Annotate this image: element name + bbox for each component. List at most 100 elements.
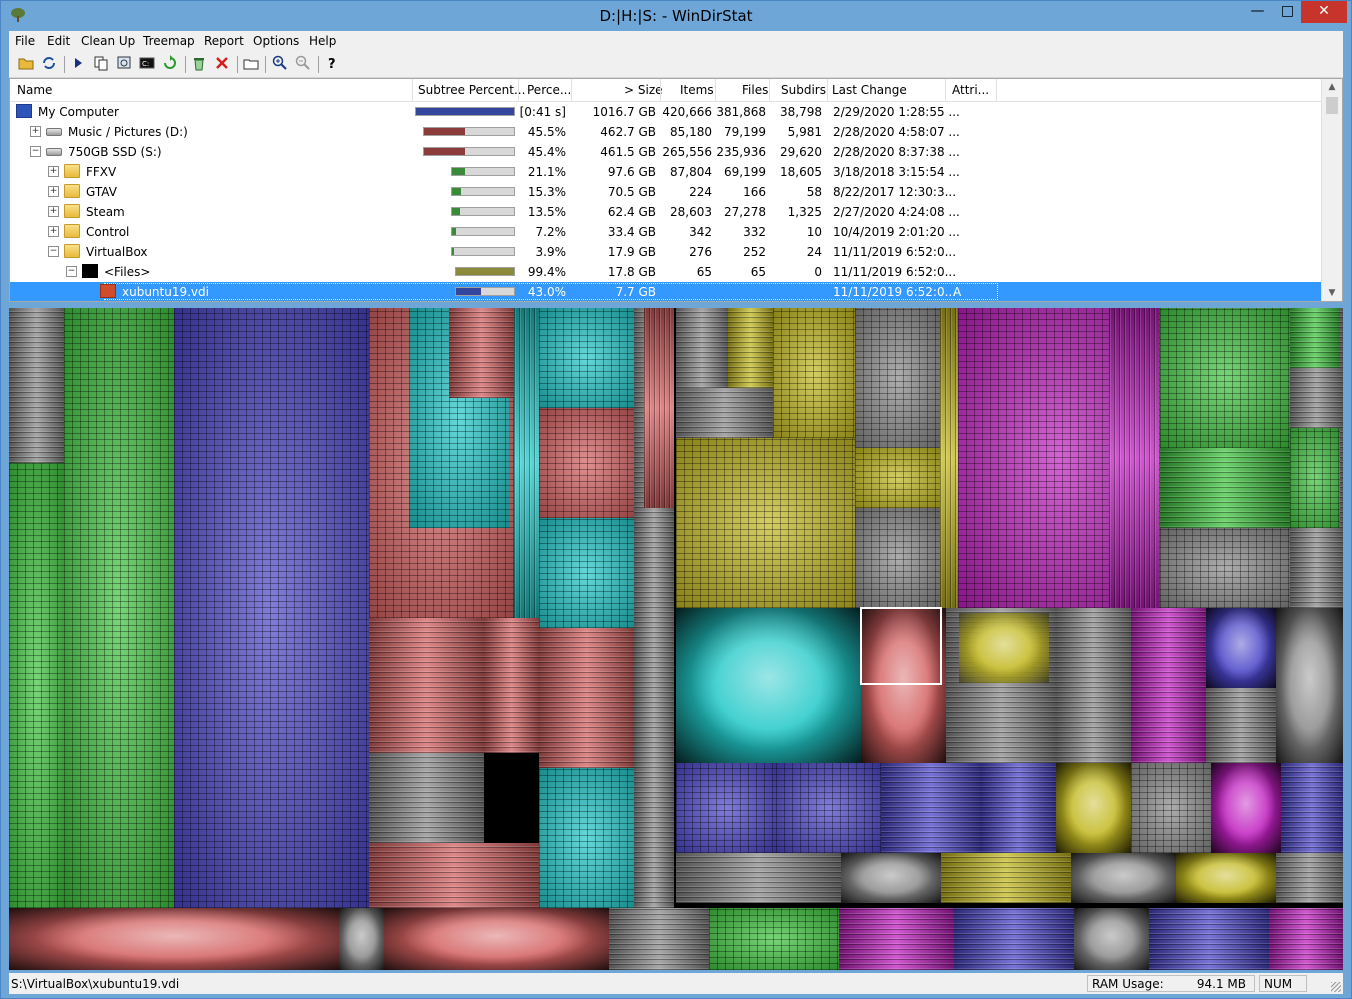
col-divider[interactable] — [996, 79, 997, 101]
treemap-block-gray[interactable] — [9, 308, 64, 463]
treemap-block-gray[interactable] — [1131, 763, 1211, 853]
properties-icon[interactable] — [242, 55, 260, 73]
treemap-block-red[interactable] — [539, 408, 634, 518]
menu-options[interactable]: Options — [253, 34, 299, 48]
expand-toggle-icon[interactable]: + — [48, 226, 59, 237]
treemap-block-yellow[interactable] — [773, 308, 855, 438]
scrollbar-thumb[interactable] — [1326, 97, 1338, 114]
copy-icon[interactable] — [92, 55, 110, 73]
col-divider[interactable] — [412, 79, 413, 101]
col-divider[interactable] — [715, 79, 716, 101]
treemap-block-gray[interactable] — [676, 308, 728, 388]
treemap-block-cyan[interactable] — [514, 308, 539, 618]
treemap-block-red[interactable] — [369, 843, 539, 908]
treemap-block-gray[interactable] — [855, 508, 940, 608]
scroll-down-arrow[interactable]: ▼ — [1322, 288, 1342, 298]
treemap-block-gray[interactable] — [1056, 608, 1131, 763]
menu-clean-up[interactable]: Clean Up — [81, 34, 135, 48]
treemap-block-gray[interactable] — [1276, 608, 1343, 763]
recycle-icon[interactable] — [190, 55, 208, 73]
col-percent[interactable]: Perce... — [527, 83, 571, 97]
collapse-toggle-icon[interactable]: − — [30, 146, 41, 157]
scroll-up-arrow[interactable]: ▲ — [1322, 82, 1342, 92]
table-row[interactable]: − <Files> 99.4% 17.8 GB 65 65 0 11/11/2019 6:52… — [10, 262, 1322, 282]
treemap-block-red[interactable] — [539, 628, 634, 768]
expand-toggle-icon[interactable]: + — [48, 186, 59, 197]
treemap-block-gray[interactable] — [676, 853, 841, 903]
treemap-view[interactable] — [9, 308, 1343, 970]
treemap-block-yellow[interactable] — [941, 853, 1071, 903]
col-attributes[interactable]: Attri... — [952, 83, 989, 97]
treemap-block-gray[interactable] — [1074, 908, 1149, 970]
treemap-block-green[interactable] — [1290, 308, 1340, 368]
menu-treemap[interactable]: Treemap — [143, 34, 195, 48]
delete-icon[interactable] — [213, 55, 231, 73]
close-button[interactable]: ✕ — [1301, 1, 1347, 23]
treemap-block-red[interactable] — [449, 308, 514, 398]
col-subtree-percent[interactable]: Subtree Percent... — [418, 83, 525, 97]
treemap-block-yellow[interactable] — [676, 438, 861, 608]
table-row[interactable]: My Computer [0:41 s] 1016.7 GB 420,666 381,8… — [10, 102, 1322, 122]
treemap-block-blue[interactable] — [981, 763, 1056, 853]
treemap-block-gray[interactable] — [1276, 853, 1343, 903]
treemap-block-green[interactable] — [709, 908, 839, 970]
treemap-block-gray[interactable] — [1071, 853, 1176, 903]
treemap-block-cyan[interactable] — [539, 308, 634, 408]
table-row[interactable]: xubuntu19.vdi 43.0% 7.7 GB 11/11/2019 6:52:… — [10, 282, 1322, 301]
collapse-toggle-icon[interactable]: − — [66, 266, 77, 277]
col-divider[interactable] — [660, 79, 661, 101]
open-icon[interactable] — [17, 55, 35, 73]
treemap-block-red[interactable] — [384, 908, 609, 970]
treemap-block-gray[interactable] — [609, 908, 709, 970]
col-divider[interactable] — [827, 79, 828, 101]
maximize-button[interactable]: □ — [1273, 1, 1302, 23]
cmd-icon[interactable]: C: — [138, 55, 156, 73]
treemap-block-gray[interactable] — [369, 753, 484, 843]
col-divider[interactable] — [945, 79, 946, 101]
treemap-block-blue[interactable] — [174, 308, 369, 908]
treemap-block-green[interactable] — [64, 308, 174, 908]
treemap-block-blue[interactable] — [1281, 763, 1343, 853]
treemap-block-blue[interactable] — [881, 763, 981, 853]
col-divider[interactable] — [518, 79, 519, 101]
expand-toggle-icon[interactable]: + — [30, 126, 41, 137]
treemap-block-yellow[interactable] — [959, 613, 1049, 683]
col-subdirs[interactable]: Subdirs — [781, 83, 826, 97]
treemap-block-gray[interactable] — [855, 308, 940, 448]
treemap-block-gray[interactable] — [676, 388, 773, 438]
col-size[interactable]: > Size — [624, 83, 663, 97]
table-row[interactable]: − VirtualBox 3.9% 17.9 GB 276 252 24 11/11/2019… — [10, 242, 1322, 262]
treemap-block-gray[interactable] — [339, 908, 384, 970]
menu-help[interactable]: Help — [309, 34, 336, 48]
menu-file[interactable]: File — [15, 34, 35, 48]
col-name[interactable]: Name — [17, 83, 52, 97]
minimize-button[interactable]: — — [1243, 1, 1272, 23]
play-icon[interactable] — [69, 55, 87, 73]
treemap-block-gray[interactable] — [1160, 528, 1290, 608]
table-row[interactable]: + Steam 13.5% 62.4 GB 28,603 27,278 1,325 2/27/… — [10, 202, 1322, 222]
table-row[interactable]: + GTAV 15.3% 70.5 GB 224 166 58 8/22/2017 12:30… — [10, 182, 1322, 202]
col-divider[interactable] — [769, 79, 770, 101]
treemap-block-yellow[interactable] — [940, 308, 958, 608]
treemap-block-blue[interactable] — [776, 763, 881, 853]
col-items[interactable]: Items — [680, 83, 714, 97]
menu-edit[interactable]: Edit — [47, 34, 70, 48]
treemap-block-blue[interactable] — [1149, 908, 1269, 970]
treemap-block-green[interactable] — [1160, 308, 1290, 448]
col-divider[interactable] — [571, 79, 572, 101]
treemap-block-cyan[interactable] — [676, 608, 861, 763]
collapse-toggle-icon[interactable]: − — [48, 246, 59, 257]
treemap-block-blue[interactable] — [676, 763, 776, 853]
expand-toggle-icon[interactable]: + — [48, 206, 59, 217]
treemap-block-green[interactable] — [9, 463, 64, 908]
table-row[interactable]: + FFXV 21.1% 97.6 GB 87,804 69,199 18,605 3/18/… — [10, 162, 1322, 182]
treemap-block-magenta[interactable] — [1131, 608, 1206, 763]
col-last-change[interactable]: Last Change — [832, 83, 907, 97]
treemap-block-cyan[interactable] — [539, 768, 634, 908]
treemap-block-yellow[interactable] — [1056, 763, 1131, 853]
zoom-in-icon[interactable] — [271, 55, 289, 73]
table-row[interactable]: − 750GB SSD (S:) 45.4% 461.5 GB 265,556 235,9… — [10, 142, 1322, 162]
treemap-block-yellow[interactable] — [1176, 853, 1276, 903]
treemap-block-magenta[interactable] — [1109, 308, 1159, 608]
table-row[interactable]: + Control 7.2% 33.4 GB 342 332 10 10/4/2019 2:0… — [10, 222, 1322, 242]
